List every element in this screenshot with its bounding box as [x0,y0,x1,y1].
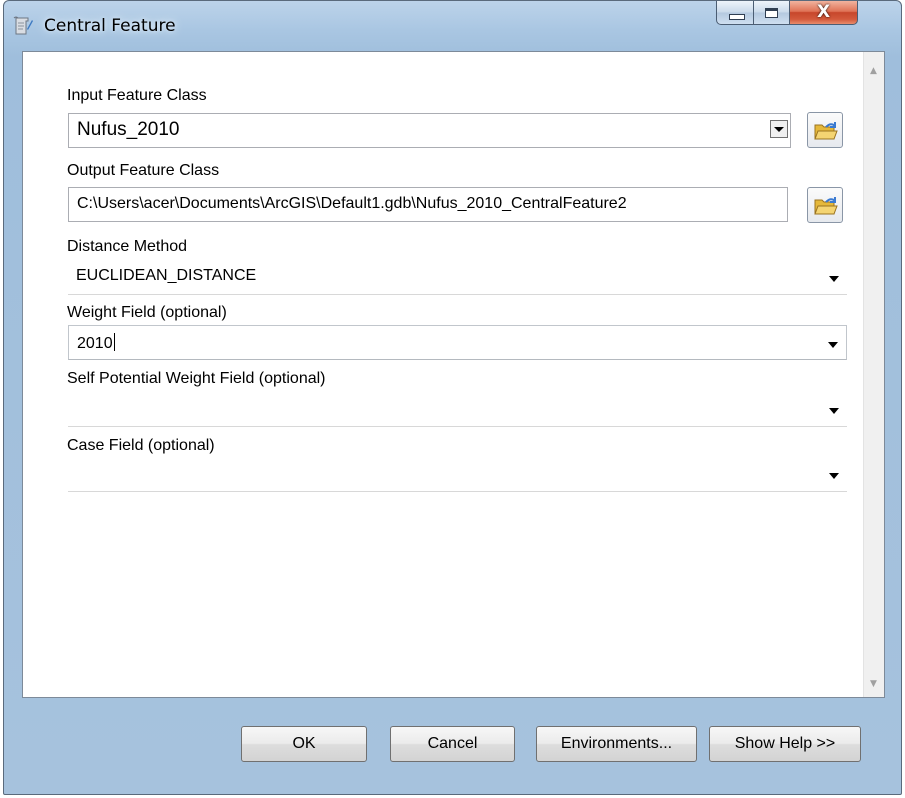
distance-method-label: Distance Method [67,238,188,255]
maximize-button[interactable] [754,1,790,25]
vertical-scrollbar[interactable]: ▲ ▼ [863,52,884,697]
input-browse-button[interactable] [807,112,843,148]
self-potential-weight-field-label: Self Potential Weight Field (optional) [67,370,326,387]
input-feature-class-combo[interactable]: Nufus_2010 [68,113,791,148]
cancel-button[interactable]: Cancel [390,726,515,762]
ok-button[interactable]: OK [241,726,367,762]
input-feature-class-dropdown-button[interactable] [770,120,788,138]
case-field-select[interactable] [68,457,847,492]
self-potential-weight-field-select[interactable] [68,392,847,427]
show-help-button[interactable]: Show Help >> [709,726,861,762]
close-icon: X [816,2,831,22]
parameters-panel: ▲ ▼ Input Feature Class Nufus_2010 Outpu… [22,51,885,698]
chevron-down-icon [829,473,839,479]
minimize-button[interactable] [716,1,754,25]
environments-button[interactable]: Environments... [536,726,697,762]
input-feature-class-value: Nufus_2010 [77,119,180,140]
weight-field-select[interactable]: 2010 [68,325,847,360]
caption-buttons: X [716,1,858,27]
open-folder-icon [814,120,838,146]
case-field-label: Case Field (optional) [67,437,215,454]
open-folder-icon [814,195,838,221]
chevron-down-icon [828,342,838,348]
text-caret [113,333,115,351]
close-button[interactable]: X [790,1,858,25]
output-feature-class-label: Output Feature Class [67,162,220,179]
window-title: Central Feature [44,16,176,36]
output-feature-class-value: C:\Users\acer\Documents\ArcGIS\Default1.… [77,195,627,212]
scroll-up-arrow-icon[interactable]: ▲ [864,66,883,76]
toolbox-script-icon [12,15,34,37]
distance-method-value: EUCLIDEAN_DISTANCE [76,267,257,284]
title-bar[interactable]: Central Feature X [4,1,901,51]
chevron-down-icon [774,127,784,132]
maximize-icon [765,8,778,18]
distance-method-select[interactable]: EUCLIDEAN_DISTANCE [68,260,847,295]
chevron-down-icon [829,408,839,414]
input-feature-class-label: Input Feature Class [67,87,207,104]
weight-field-value: 2010 [77,333,115,352]
weight-field-label: Weight Field (optional) [67,304,227,321]
chevron-down-icon [829,276,839,282]
dialog-window: Central Feature X ▲ ▼ Input Feature Clas… [3,0,902,795]
output-feature-class-input[interactable]: C:\Users\acer\Documents\ArcGIS\Default1.… [68,187,788,222]
output-browse-button[interactable] [807,187,843,223]
minimize-icon [729,14,745,20]
scroll-down-arrow-icon[interactable]: ▼ [864,679,883,689]
